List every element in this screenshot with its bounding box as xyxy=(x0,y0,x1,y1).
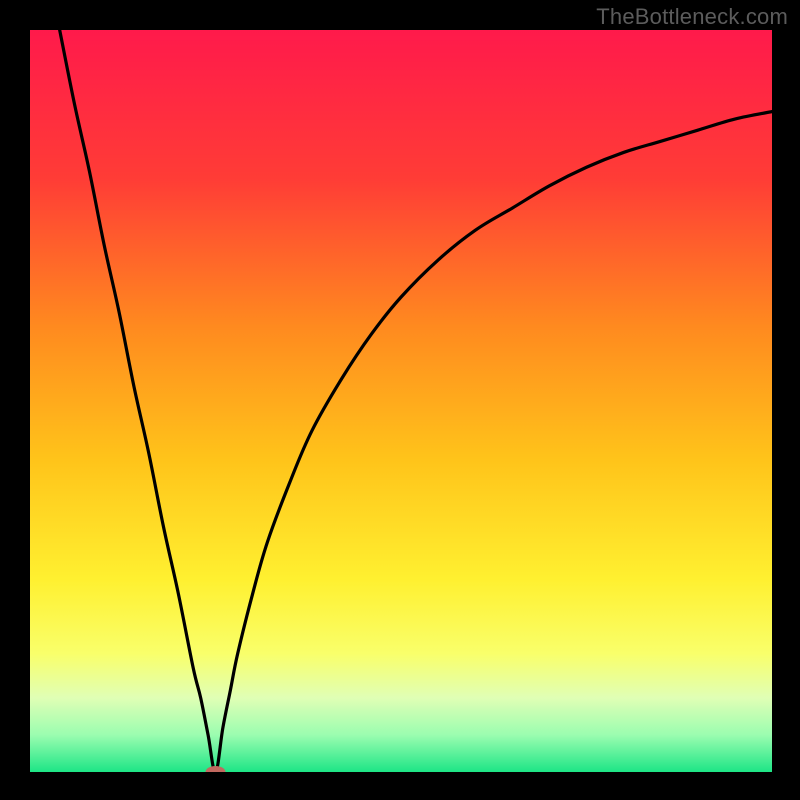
watermark-text: TheBottleneck.com xyxy=(596,4,788,30)
chart-frame: TheBottleneck.com xyxy=(0,0,800,800)
bottleneck-chart xyxy=(30,30,772,772)
